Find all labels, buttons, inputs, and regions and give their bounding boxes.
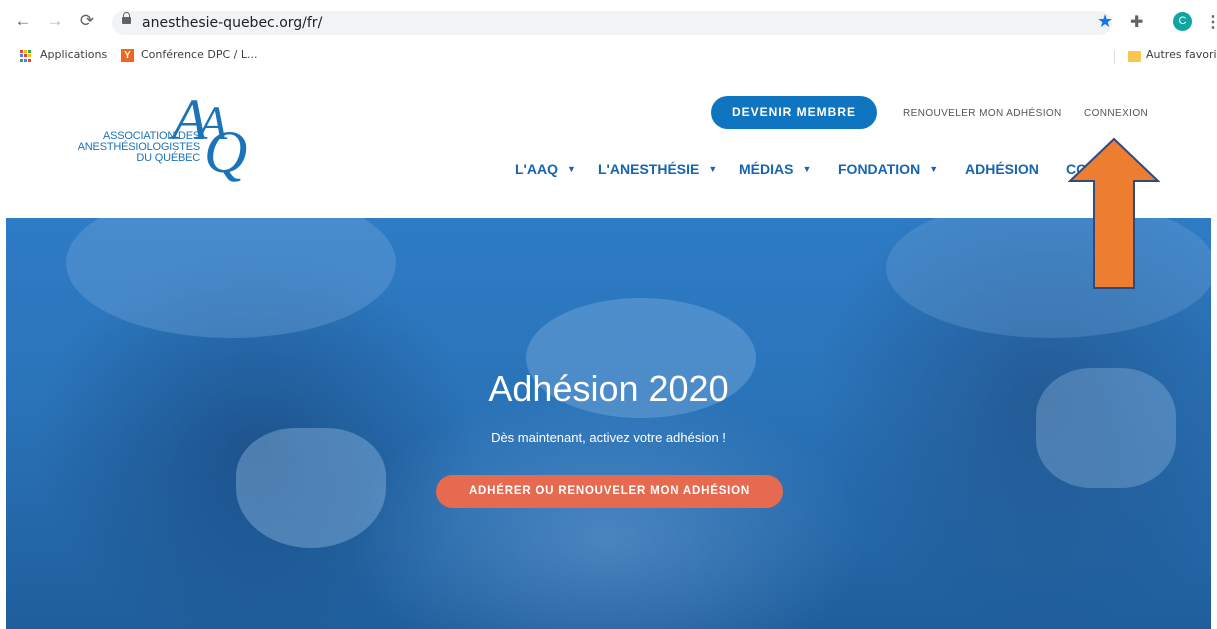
logo-wordmark: ASSOCIATION DES ANESTHÉSIOLOGISTES DU QU… — [77, 130, 201, 164]
caret-down-icon: ▼ — [929, 164, 939, 174]
login-link[interactable]: CONNEXION — [1084, 108, 1148, 119]
back-arrow-icon[interactable]: ← — [14, 12, 32, 30]
hero-background-shape — [66, 218, 396, 338]
forward-arrow-icon[interactable]: → — [46, 12, 64, 30]
hero-subtitle: Dès maintenant, activez votre adhésion ! — [491, 430, 726, 445]
lock-icon — [122, 12, 131, 24]
profile-avatar[interactable]: C — [1173, 12, 1192, 31]
bookmarks-bar: Applications Y Conférence DPC / L... Aut… — [0, 44, 1217, 69]
join-or-renew-button[interactable]: ADHÉRER OU RENOUVELER MON ADHÉSION — [436, 475, 783, 508]
bookmark-conference-dpc[interactable]: Conférence DPC / L... — [141, 48, 257, 61]
nav-item-aaq[interactable]: L'AAQ ▼ — [515, 161, 576, 177]
aaq-logo[interactable]: AAQ ASSOCIATION DES ANESTHÉSIOLOGISTES D… — [60, 87, 270, 185]
nav-item-anesthesie[interactable]: L'ANESTHÉSIE ▼ — [598, 161, 717, 177]
bookmark-other-favorites[interactable]: Autres favori — [1146, 48, 1217, 61]
extensions-puzzle-icon[interactable]: ✚ — [1130, 12, 1143, 32]
caret-down-icon: ▼ — [708, 164, 718, 174]
folder-icon — [1128, 51, 1141, 62]
nav-item-medias[interactable]: MÉDIAS ▼ — [739, 161, 811, 177]
bookmarks-divider — [1114, 50, 1115, 64]
apps-grid-icon[interactable] — [20, 50, 32, 62]
hero-background-shape — [236, 428, 386, 548]
nav-item-adhesion[interactable]: ADHÉSION — [965, 161, 1039, 177]
bookmark-star-icon[interactable]: ★ — [1097, 11, 1113, 32]
reload-icon[interactable]: ⟳ — [78, 12, 96, 30]
hero-background-shape — [886, 218, 1211, 338]
nav-item-fondation[interactable]: FONDATION ▼ — [838, 161, 938, 177]
site-header: AAQ ASSOCIATION DES ANESTHÉSIOLOGISTES D… — [0, 68, 1217, 218]
caret-down-icon: ▼ — [802, 164, 812, 174]
renew-membership-link[interactable]: RENOUVELER MON ADHÉSION — [903, 108, 1062, 119]
hero-banner: Adhésion 2020 Dès maintenant, activez vo… — [6, 218, 1211, 629]
y-combinator-icon: Y — [121, 49, 134, 62]
more-menu-icon[interactable]: ⋮ — [1205, 12, 1217, 32]
caret-down-icon: ▼ — [567, 164, 576, 174]
bookmark-applications[interactable]: Applications — [40, 48, 107, 61]
hero-title: Adhésion 2020 — [488, 368, 729, 409]
become-member-button[interactable]: DEVENIR MEMBRE — [711, 96, 877, 129]
annotation-up-arrow-icon — [1068, 137, 1160, 289]
browser-toolbar: ← → ⟳ anesthesie-quebec.org/fr/ ★ ✚ C ⋮ — [0, 0, 1217, 44]
address-bar[interactable]: anesthesie-quebec.org/fr/ — [112, 11, 1112, 35]
url-text: anesthesie-quebec.org/fr/ — [142, 15, 323, 31]
